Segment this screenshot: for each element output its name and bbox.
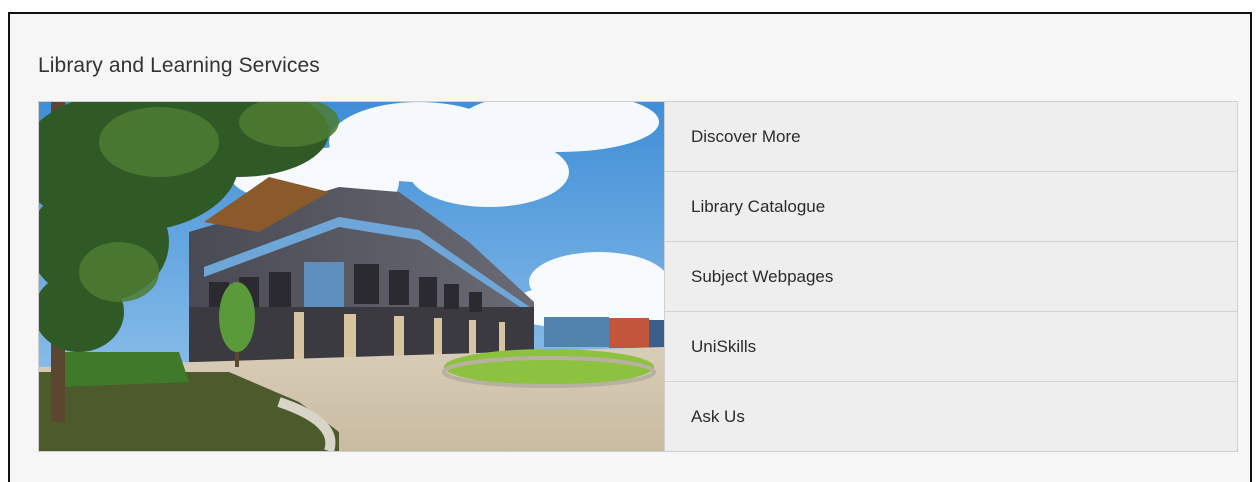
link-uniskills[interactable]: UniSkills — [665, 312, 1237, 382]
link-discover-more[interactable]: Discover More — [665, 102, 1237, 172]
link-ask-us[interactable]: Ask Us — [665, 382, 1237, 451]
link-library-catalogue[interactable]: Library Catalogue — [665, 172, 1237, 242]
library-panel: Library and Learning Services Discover M… — [8, 12, 1252, 482]
quick-links-list: Discover More Library Catalogue Subject … — [664, 102, 1237, 451]
library-building-image — [39, 102, 664, 451]
panel-content: Discover More Library Catalogue Subject … — [38, 101, 1238, 452]
panel-title: Library and Learning Services — [38, 54, 320, 77]
link-subject-webpages[interactable]: Subject Webpages — [665, 242, 1237, 312]
